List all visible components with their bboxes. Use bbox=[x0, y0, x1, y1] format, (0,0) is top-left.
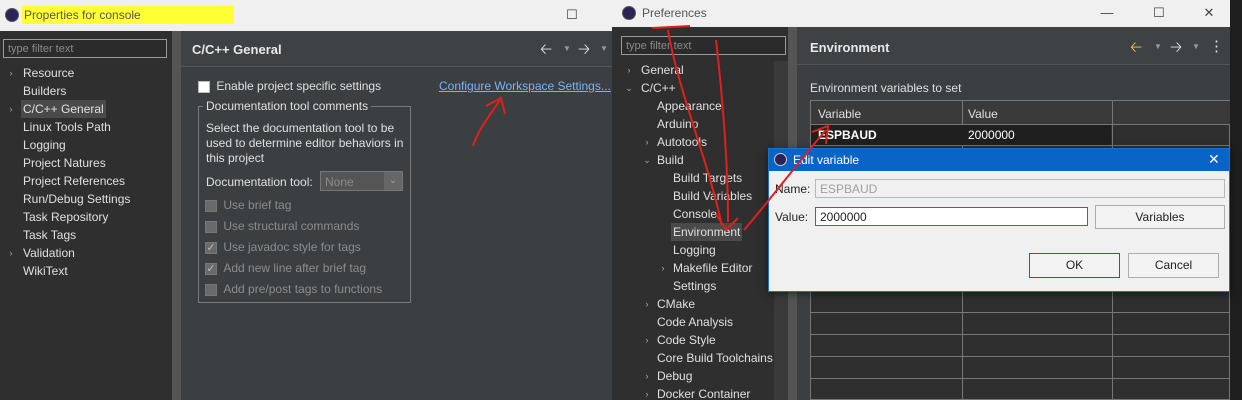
annotation-stroke bbox=[651, 25, 691, 29]
annotation-arrow-head bbox=[811, 124, 830, 145]
annotation-overlay bbox=[472, 25, 830, 232]
annotation-arrow-down bbox=[667, 29, 723, 227]
annotation-arrow-diagonal bbox=[743, 129, 827, 231]
annotation-arrow-up bbox=[472, 99, 501, 147]
annotation-arrow-down bbox=[715, 39, 729, 223]
